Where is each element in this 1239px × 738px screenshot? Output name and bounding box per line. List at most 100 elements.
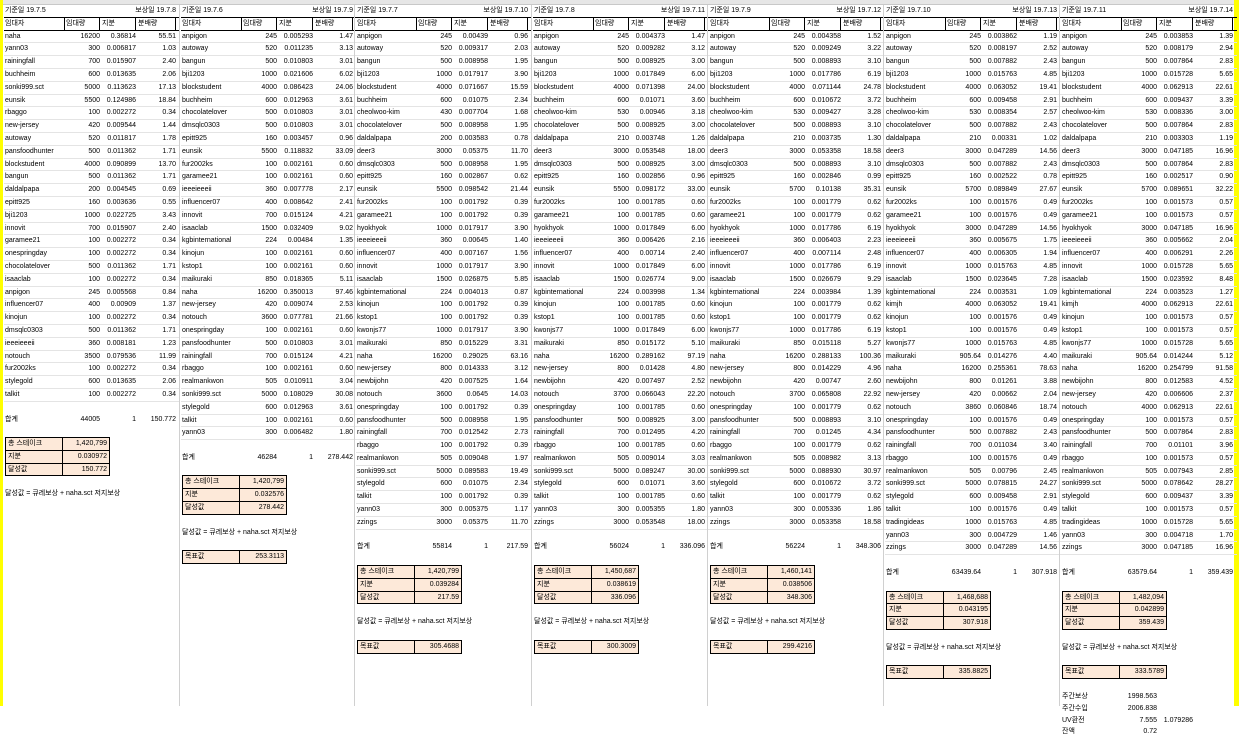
cell-lessee[interactable]: eunsik: [182, 146, 242, 158]
cell-distribution[interactable]: 3.39: [1195, 95, 1233, 107]
cell-distribution[interactable]: 2.26: [1195, 248, 1233, 260]
cell-share[interactable]: 0.007167: [454, 248, 488, 260]
table-row[interactable]: autoway 520 0.009249 3.22: [709, 43, 885, 57]
cell-share[interactable]: 0.089247: [631, 466, 665, 478]
cell-lessee[interactable]: kgbinternational: [710, 287, 770, 299]
cell-distribution[interactable]: 18.58: [843, 517, 881, 529]
cell-lessee[interactable]: daldalpapa: [886, 133, 946, 145]
cell-share[interactable]: 0.053548: [631, 146, 665, 158]
cell-amount[interactable]: 3000: [771, 146, 805, 158]
cell-share[interactable]: 0.001573: [1159, 325, 1193, 337]
total-row[interactable]: 합계 44005 1 150.772: [4, 414, 180, 426]
cell-amount[interactable]: 3000: [1123, 542, 1157, 554]
cell-lessee[interactable]: notouch: [710, 389, 770, 401]
cell-distribution[interactable]: 2.85: [1195, 466, 1233, 478]
total-amount[interactable]: 63439.64: [947, 567, 981, 579]
cell-lessee[interactable]: kimjh: [886, 299, 946, 311]
cell-lessee[interactable]: bji1203: [710, 69, 770, 81]
cell-amount[interactable]: 500: [947, 56, 981, 68]
cell-distribution[interactable]: 1.19: [1195, 133, 1233, 145]
table-row[interactable]: dmsqlc0303 500 0.007864 2.83: [1061, 159, 1237, 172]
table-row[interactable]: isaaclab 1500 0.026774 9.00: [533, 274, 709, 287]
cell-share[interactable]: 0.032409: [279, 223, 313, 235]
cell-amount[interactable]: 210: [1123, 133, 1157, 145]
cell-lessee[interactable]: autoway: [886, 43, 946, 55]
cell-amount[interactable]: 5700: [947, 184, 981, 196]
cell-amount[interactable]: 500: [1123, 56, 1157, 68]
cell-amount[interactable]: 245: [418, 31, 452, 43]
cell-share[interactable]: 0.047185: [1159, 223, 1193, 235]
cell-distribution[interactable]: 19.49: [490, 466, 528, 478]
cell-share[interactable]: 0.00331: [983, 133, 1017, 145]
table-row[interactable]: daldalpapa 210 0.003735 1.30: [709, 133, 885, 146]
cell-distribution[interactable]: 0.57: [1195, 325, 1233, 337]
table-row[interactable]: deer3 3000 0.053358 18.58: [709, 146, 885, 159]
table-row[interactable]: newbijohn 800 0.01261 3.88: [885, 376, 1061, 389]
table-row[interactable]: epitt925 160 0.002856 0.96: [533, 171, 709, 185]
table-row[interactable]: stylegold 600 0.01075 2.34: [356, 478, 532, 492]
cell-lessee[interactable]: bangun: [710, 56, 770, 68]
cell-amount[interactable]: 100: [66, 235, 100, 247]
table-row[interactable]: pansfoodhunter 500 0.007864 2.83: [1061, 427, 1237, 441]
cell-lessee[interactable]: deer3: [357, 146, 417, 158]
table-row[interactable]: rbaggo 100 0.001779 0.62: [709, 440, 885, 453]
cell-lessee[interactable]: maikuraki: [1062, 351, 1122, 363]
cell-distribution[interactable]: 14.03: [490, 389, 528, 401]
cell-lessee[interactable]: cheolwoo-kim: [710, 107, 770, 119]
cell-distribution[interactable]: 2.83: [1195, 56, 1233, 68]
cell-amount[interactable]: 500: [243, 338, 277, 350]
cell-share[interactable]: 0.053358: [807, 146, 841, 158]
cell-lessee[interactable]: bangun: [357, 56, 417, 68]
table-row[interactable]: fur2002ks 100 0.002272 0.34: [4, 363, 180, 377]
cell-amount[interactable]: 500: [418, 120, 452, 132]
cell-lessee[interactable]: yann03: [534, 504, 594, 516]
total-amount[interactable]: 55814: [418, 541, 452, 553]
cell-lessee[interactable]: new-jersey: [710, 363, 770, 375]
cell-amount[interactable]: 530: [595, 107, 629, 119]
cell-distribution[interactable]: 3.96: [1195, 440, 1233, 452]
cell-lessee[interactable]: deer3: [710, 146, 770, 158]
cell-share[interactable]: 0.007882: [983, 56, 1017, 68]
cell-distribution[interactable]: 2.06: [138, 376, 176, 388]
cell-share[interactable]: 0.350013: [279, 287, 313, 299]
cell-distribution[interactable]: 6.19: [843, 325, 881, 337]
table-row[interactable]: hyokhyok 3000 0.047289 14.56: [885, 223, 1061, 236]
cell-amount[interactable]: 100: [947, 325, 981, 337]
cell-lessee[interactable]: eunsik: [710, 184, 770, 196]
cell-amount[interactable]: 420: [595, 376, 629, 388]
cell-amount[interactable]: 160: [243, 133, 277, 145]
cell-lessee[interactable]: isaaclab: [182, 223, 242, 235]
cell-lessee[interactable]: daldalpapa: [534, 133, 594, 145]
cell-lessee[interactable]: epitt925: [182, 133, 242, 145]
cell-lessee[interactable]: kstop1: [886, 325, 946, 337]
cell-distribution[interactable]: 22.20: [667, 389, 705, 401]
cell-share[interactable]: 0.010803: [279, 338, 313, 350]
cell-amount[interactable]: 500: [771, 56, 805, 68]
cell-amount[interactable]: 4000: [771, 82, 805, 94]
cell-share[interactable]: 0.001792: [454, 440, 488, 452]
cell-distribution[interactable]: 1.03: [138, 43, 176, 55]
cell-distribution[interactable]: 3.88: [1019, 376, 1057, 388]
cell-lessee[interactable]: ieeeieeeii: [5, 338, 65, 350]
cell-lessee[interactable]: dmsqlc0303: [710, 159, 770, 171]
summary-value[interactable]: 1,420,799: [241, 476, 284, 488]
cell-lessee[interactable]: dmsqlc0303: [1062, 159, 1122, 171]
cell-share[interactable]: 0.01071: [631, 478, 665, 490]
cell-share[interactable]: 0.011362: [102, 171, 136, 183]
cell-distribution[interactable]: 1.52: [843, 31, 881, 43]
summary-value[interactable]: 217.59: [416, 592, 459, 604]
cell-share[interactable]: 0.00645: [454, 235, 488, 247]
cell-amount[interactable]: 500: [66, 146, 100, 158]
table-row[interactable]: zzings 3000 0.047289 14.56: [885, 542, 1061, 556]
cell-distribution[interactable]: 100.36: [843, 351, 881, 363]
cell-amount[interactable]: 600: [771, 478, 805, 490]
cell-lessee[interactable]: isaaclab: [1062, 274, 1122, 286]
cell-amount[interactable]: 100: [1123, 453, 1157, 465]
cell-share[interactable]: 0.026875: [454, 274, 488, 286]
table-row[interactable]: stylegold 600 0.01071 3.60: [533, 478, 709, 492]
table-row[interactable]: realmankwon 505 0.009048 1.97: [356, 453, 532, 466]
cell-share[interactable]: 0.002517: [1159, 171, 1193, 183]
table-row[interactable]: innovit 700 0.015124 4.21: [181, 210, 357, 223]
cell-amount[interactable]: 600: [1123, 95, 1157, 107]
cell-share[interactable]: 0.001573: [1159, 504, 1193, 516]
